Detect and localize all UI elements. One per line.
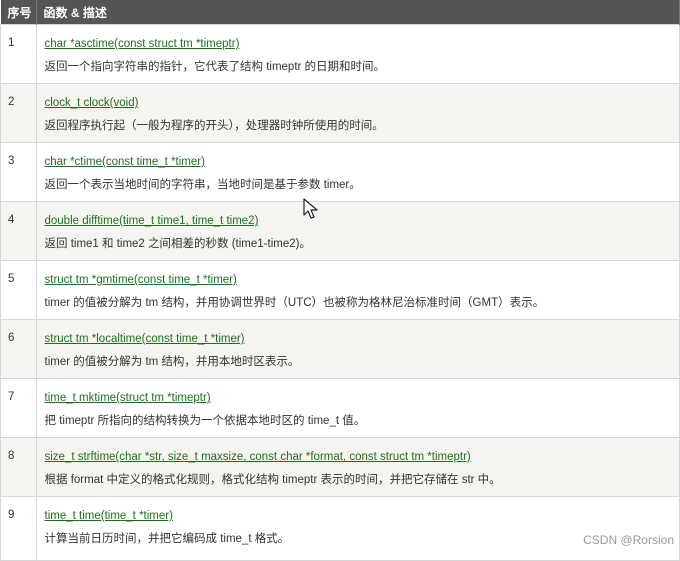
function-description: 把 timeptr 所指向的结构转换为一个依据本地时区的 time_t 值。	[44, 415, 366, 427]
table-row: 3 char *ctime(const time_t *timer) 返回一个表…	[0, 142, 680, 202]
row-content: char *ctime(const time_t *timer) 返回一个表示当…	[35, 142, 680, 202]
table-row: 5 struct tm *gmtime(const time_t *timer)…	[0, 260, 680, 320]
row-number: 1	[0, 24, 37, 84]
function-table: 序号 函数 & 描述 1 char *asctime(const struct …	[0, 0, 680, 561]
row-number: 6	[0, 319, 37, 379]
function-signature-link[interactable]: double difftime(time_t time1, time_t tim…	[45, 214, 672, 228]
row-number: 9	[0, 496, 37, 561]
row-number: 3	[0, 142, 37, 202]
row-content: double difftime(time_t time1, time_t tim…	[35, 201, 680, 261]
row-number: 4	[0, 201, 37, 261]
function-signature-link[interactable]: size_t strftime(char *str, size_t maxsiz…	[45, 450, 672, 464]
row-content: struct tm *gmtime(const time_t *timer) t…	[35, 260, 680, 320]
table-row: 8 size_t strftime(char *str, size_t maxs…	[0, 437, 680, 497]
function-signature-link[interactable]: clock_t clock(void)	[45, 96, 672, 110]
row-number: 8	[0, 437, 37, 497]
header-function-description: 函数 & 描述	[36, 0, 680, 25]
table-row: 6 struct tm *localtime(const time_t *tim…	[0, 319, 680, 379]
function-signature-link[interactable]: time_t mktime(struct tm *timeptr)	[45, 391, 672, 405]
function-description: timer 的值被分解为 tm 结构，并用协调世界时（UTC）也被称为格林尼治标…	[44, 297, 545, 309]
function-signature-link[interactable]: time_t time(time_t *timer)	[45, 509, 672, 523]
function-description: 返回程序执行起（一般为程序的开头），处理器时钟所使用的时间。	[44, 120, 384, 132]
table-row: 9 time_t time(time_t *timer) 计算当前日历时间，并把…	[0, 496, 680, 561]
function-description: 计算当前日历时间，并把它编码成 time_t 格式。	[44, 533, 290, 545]
row-number: 2	[0, 83, 37, 143]
function-signature-link[interactable]: struct tm *localtime(const time_t *timer…	[45, 332, 672, 346]
function-description: 返回 time1 和 time2 之间相差的秒数 (time1-time2)。	[44, 238, 311, 250]
mouse-pointer-icon	[303, 198, 318, 219]
table-row: 1 char *asctime(const struct tm *timeptr…	[0, 24, 680, 84]
row-content: time_t time(time_t *timer) 计算当前日历时间，并把它编…	[35, 496, 680, 561]
row-content: clock_t clock(void) 返回程序执行起（一般为程序的开头），处理…	[35, 83, 680, 143]
row-number: 5	[0, 260, 37, 320]
row-content: char *asctime(const struct tm *timeptr) …	[35, 24, 680, 84]
table-row: 2 clock_t clock(void) 返回程序执行起（一般为程序的开头），…	[0, 83, 680, 143]
function-signature-link[interactable]: char *ctime(const time_t *timer)	[45, 155, 672, 169]
function-description: timer 的值被分解为 tm 结构，并用本地时区表示。	[44, 356, 300, 368]
row-number: 7	[0, 378, 37, 438]
function-description: 根据 format 中定义的格式化规则，格式化结构 timeptr 表示的时间，…	[44, 474, 501, 486]
row-content: size_t strftime(char *str, size_t maxsiz…	[35, 437, 680, 497]
function-signature-link[interactable]: char *asctime(const struct tm *timeptr)	[45, 37, 672, 51]
row-content: time_t mktime(struct tm *timeptr) 把 time…	[35, 378, 680, 438]
function-description: 返回一个表示当地时间的字符串，当地时间是基于参数 timer。	[44, 179, 361, 191]
header-number: 序号	[0, 0, 37, 25]
table-row: 4 double difftime(time_t time1, time_t t…	[0, 201, 680, 261]
row-content: struct tm *localtime(const time_t *timer…	[35, 319, 680, 379]
watermark: CSDN @Rorsion	[583, 533, 674, 547]
function-signature-link[interactable]: struct tm *gmtime(const time_t *timer)	[45, 273, 672, 287]
table-header-row: 序号 函数 & 描述	[0, 0, 680, 25]
function-description: 返回一个指向字符串的指针，它代表了结构 timeptr 的日期和时间。	[44, 61, 386, 73]
table-row: 7 time_t mktime(struct tm *timeptr) 把 ti…	[0, 378, 680, 438]
